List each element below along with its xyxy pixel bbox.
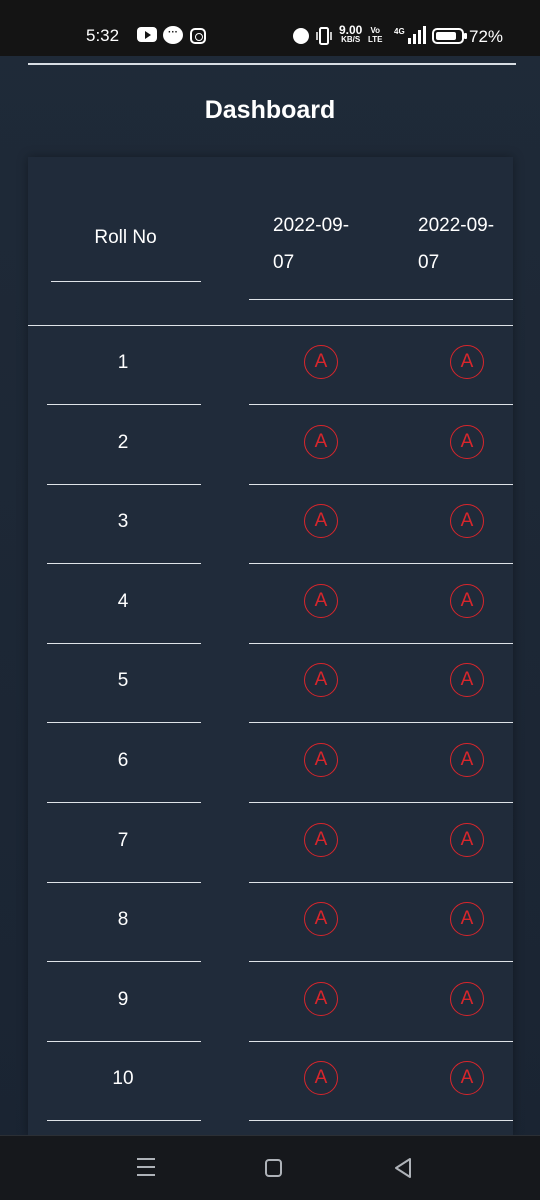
- divider: [28, 63, 516, 65]
- chat-icon: ···: [163, 26, 183, 44]
- table-row: 9 A A: [28, 963, 513, 1043]
- absent-mark[interactable]: A: [304, 1061, 338, 1096]
- home-icon[interactable]: [265, 1159, 282, 1177]
- absent-mark[interactable]: A: [450, 424, 484, 459]
- attendance-table: Roll No 2022-09- 07 2022-09- 07 1 A A 2 A A 3 A…: [28, 157, 513, 1137]
- absent-mark[interactable]: A: [304, 902, 338, 937]
- header-date-1-line1: 2022-09-: [273, 215, 350, 236]
- absent-mark[interactable]: A: [450, 1061, 484, 1096]
- absent-mark[interactable]: A: [450, 981, 484, 1016]
- table-row: 10 A A: [28, 1042, 513, 1122]
- table-row: 4 A A: [28, 565, 513, 645]
- battery-icon: [432, 28, 467, 44]
- signal-icon: 4G: [394, 26, 426, 44]
- volte-bottom: LTE: [368, 35, 383, 44]
- back-icon[interactable]: [393, 1157, 413, 1179]
- row-divider: [47, 1120, 201, 1122]
- roll-number: 3: [117, 511, 129, 533]
- absent-mark[interactable]: A: [450, 743, 484, 777]
- roll-number: 10: [112, 1068, 134, 1090]
- vibrate-icon: [316, 27, 332, 45]
- absent-mark[interactable]: A: [304, 424, 338, 459]
- absent-mark[interactable]: A: [304, 504, 338, 539]
- battery-percent: 72%: [469, 27, 504, 46]
- table-row: 5 A A: [28, 644, 513, 724]
- alarm-icon: [293, 28, 309, 44]
- absent-mark[interactable]: A: [304, 345, 338, 379]
- absent-mark[interactable]: A: [304, 743, 338, 777]
- row-divider: [249, 1120, 513, 1122]
- table-row: 3 A A: [28, 485, 513, 565]
- table-row: 6 A A: [28, 724, 513, 804]
- absent-mark[interactable]: A: [304, 583, 338, 618]
- table-row: 7 A A: [28, 804, 513, 884]
- absent-mark[interactable]: A: [450, 902, 484, 937]
- status-bar: 5:32 ··· 9.00 KB/S Vo LTE 4G 72%: [0, 0, 540, 56]
- roll-number: 9: [117, 988, 129, 1010]
- header-date-2-line2: 07: [418, 252, 440, 273]
- roll-number: 1: [117, 352, 129, 373]
- table-row: 2 A A: [28, 406, 513, 486]
- network-speed: 9.00 KB/S: [339, 24, 362, 45]
- absent-mark[interactable]: A: [304, 822, 338, 857]
- roll-number: 8: [117, 909, 129, 931]
- header-roll-no: Roll No: [94, 227, 157, 248]
- roll-number: 4: [117, 590, 129, 612]
- absent-mark[interactable]: A: [450, 504, 484, 539]
- network-speed-unit: KB/S: [341, 35, 361, 44]
- page-title: Dashboard: [204, 96, 336, 124]
- status-time: 5:32: [86, 26, 120, 45]
- roll-number: 6: [117, 750, 129, 771]
- volte-icon: Vo LTE: [368, 26, 383, 44]
- absent-mark[interactable]: A: [450, 663, 484, 698]
- absent-mark[interactable]: A: [304, 663, 338, 698]
- roll-number: 2: [117, 431, 129, 453]
- roll-number: 7: [117, 829, 129, 851]
- header-date-2-line1: 2022-09-: [418, 215, 495, 236]
- absent-mark[interactable]: A: [450, 822, 484, 857]
- navigation-bar: [0, 1135, 540, 1200]
- absent-mark[interactable]: A: [450, 583, 484, 618]
- roll-number: 5: [117, 670, 129, 692]
- youtube-icon: [137, 27, 157, 42]
- network-type: 4G: [394, 27, 405, 36]
- header-date-1[interactable]: 2022-09- 07: [273, 207, 349, 281]
- absent-mark[interactable]: A: [304, 981, 338, 1016]
- recent-apps-icon[interactable]: [137, 1158, 155, 1178]
- instagram-icon: [190, 28, 206, 44]
- absent-mark[interactable]: A: [450, 345, 484, 379]
- table-row: 8 A A: [28, 883, 513, 963]
- header-date-2[interactable]: 2022-09- 07: [418, 207, 494, 281]
- header-date-1-line2: 07: [273, 252, 295, 273]
- table-row: 1 A A: [28, 326, 513, 406]
- volte-top: Vo: [370, 26, 381, 35]
- header-divider: [51, 281, 201, 282]
- header-divider: [249, 299, 513, 300]
